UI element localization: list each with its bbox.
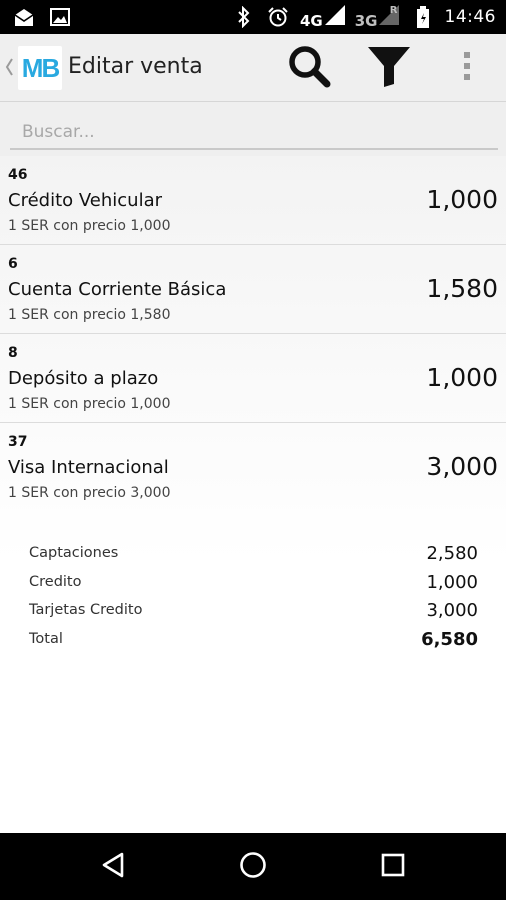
item-code: 37 xyxy=(8,434,28,450)
item-detail: 1 SER con precio 1,580 xyxy=(8,307,171,323)
status-bar: 4G 3G R 14:46 xyxy=(0,0,506,34)
nav-home-button[interactable] xyxy=(233,849,273,885)
sale-items-list: 46 Crédito Vehicular 1 SER con precio 1,… xyxy=(0,156,506,833)
status-time: 14:46 xyxy=(444,7,496,27)
list-item[interactable]: 46 Crédito Vehicular 1 SER con precio 1,… xyxy=(0,156,506,245)
network-type-label: 4G xyxy=(300,11,323,30)
nav-back-button[interactable] xyxy=(93,849,133,885)
bluetooth-icon xyxy=(232,5,256,29)
item-amount: 3,000 xyxy=(426,452,498,481)
search-bar xyxy=(0,102,506,156)
overflow-menu-icon xyxy=(463,51,471,85)
totals-row: Captaciones 2,580 xyxy=(0,541,506,570)
grand-total-value: 6,580 xyxy=(421,628,478,650)
list-item[interactable]: 37 Visa Internacional 1 SER con precio 3… xyxy=(0,423,506,512)
filter-button[interactable] xyxy=(362,43,416,93)
roaming-label: R xyxy=(389,4,398,16)
app-logo[interactable]: MB xyxy=(18,46,62,90)
page-title: Editar venta xyxy=(68,54,203,79)
search-icon xyxy=(286,43,332,93)
list-item[interactable]: 6 Cuenta Corriente Básica 1 SER con prec… xyxy=(0,245,506,334)
alarm-icon xyxy=(266,5,290,29)
overflow-menu-button[interactable] xyxy=(450,43,484,93)
totals-label: Captaciones xyxy=(29,545,119,561)
item-detail: 1 SER con precio 1,000 xyxy=(8,218,171,234)
signal-icon xyxy=(324,4,345,30)
app-bar: MB Editar venta xyxy=(0,34,506,102)
totals-label: Tarjetas Credito xyxy=(29,602,143,618)
search-input[interactable] xyxy=(10,116,498,150)
item-amount: 1,580 xyxy=(426,274,498,303)
totals-value: 1,000 xyxy=(426,571,478,593)
home-icon xyxy=(238,850,268,884)
item-name: Visa Internacional xyxy=(8,457,169,478)
totals-value: 2,580 xyxy=(426,543,478,564)
navigation-bar xyxy=(0,833,506,900)
secondary-network-label: 3G xyxy=(354,11,378,30)
back-icon xyxy=(100,851,126,883)
signal-roaming-icon: R xyxy=(378,4,401,30)
recents-icon xyxy=(380,852,406,882)
item-name: Crédito Vehicular xyxy=(8,190,163,211)
grand-total-label: Total xyxy=(29,630,63,647)
mail-icon xyxy=(12,5,36,29)
filter-icon xyxy=(365,43,413,93)
item-amount: 1,000 xyxy=(426,363,498,392)
totals-label: Credito xyxy=(29,573,82,590)
app-logo-text: MB xyxy=(21,52,60,83)
item-detail: 1 SER con precio 3,000 xyxy=(8,485,171,501)
item-code: 8 xyxy=(8,345,18,361)
totals-summary: Captaciones 2,580 Credito 1,000 Tarjetas… xyxy=(0,541,506,655)
battery-icon xyxy=(411,5,435,29)
totals-row: Credito 1,000 xyxy=(0,570,506,599)
item-amount: 1,000 xyxy=(426,185,498,214)
item-name: Depósito a plazo xyxy=(8,368,159,389)
item-name: Cuenta Corriente Básica xyxy=(8,279,227,300)
totals-value: 3,000 xyxy=(426,600,478,621)
item-detail: 1 SER con precio 1,000 xyxy=(8,396,171,412)
item-code: 6 xyxy=(8,256,18,272)
list-item[interactable]: 8 Depósito a plazo 1 SER con precio 1,00… xyxy=(0,334,506,423)
grand-total-row: Total 6,580 xyxy=(0,627,506,656)
search-button[interactable] xyxy=(282,43,336,93)
nav-recents-button[interactable] xyxy=(373,849,413,885)
up-chevron-icon[interactable] xyxy=(4,55,14,79)
item-code: 46 xyxy=(8,167,28,183)
image-icon xyxy=(48,5,72,29)
totals-row: Tarjetas Credito 3,000 xyxy=(0,598,506,627)
